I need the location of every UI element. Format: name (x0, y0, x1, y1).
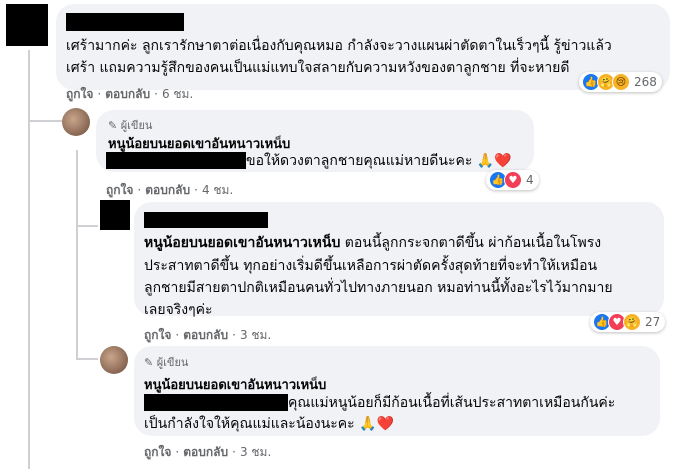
redacted-mention[interactable] (106, 152, 246, 169)
redacted-author-name[interactable] (144, 212, 268, 228)
reply-link[interactable]: ตอบกลับ (145, 183, 190, 197)
avatar[interactable] (62, 108, 90, 136)
reply-link[interactable]: ตอบกลับ (183, 445, 228, 459)
pencil-icon: ✎ (108, 119, 118, 132)
comment-text: เลยจริงๆค่ะ (144, 302, 213, 318)
comment-text: เป็นกำลังใจให้คุณแม่และน้องนะคะ 🙏❤️ (144, 416, 394, 432)
timestamp[interactable]: 3 ชม. (240, 328, 271, 342)
author-badge-label: ผู้เขียน (156, 356, 189, 369)
thread-branch-3 (76, 358, 98, 360)
comment-text-segment: ตอนนี้ลูกกระจกตาดีขึ้น ผ่าก้อนเนื้อในโพร… (340, 235, 602, 251)
thread-branch-2 (76, 225, 98, 227)
author-name[interactable]: หนูน้อยบนยอดเขาอันหนาวเหน็บ (144, 374, 326, 395)
comment-actions: ถูกใจ · ตอบกลับ · 3 ชม. (144, 445, 272, 459)
comment-text: เศร้ามากค่ะ ลูกเรารักษาตาต่อเนื่องกับคุณ… (66, 38, 612, 54)
comment-text: ขอให้ดวงตาลูกชายคุณแม่หายดีนะคะ 🙏❤️ (246, 153, 512, 169)
reaction-summary[interactable]: 👍 ♥ 4 (486, 170, 539, 190)
reaction-summary[interactable]: 👍 🤗 😢 268 (579, 72, 662, 92)
comment-actions: ถูกใจ · ตอบกลับ · 3 ชม. (144, 328, 272, 342)
like-link[interactable]: ถูกใจ (144, 328, 171, 342)
avatar[interactable] (100, 346, 128, 374)
reaction-count: 4 (526, 173, 534, 187)
reply-link[interactable]: ตอบกลับ (183, 328, 228, 342)
thread-line-sub (76, 150, 78, 360)
redacted-author-name[interactable] (66, 13, 184, 31)
author-badge: ✎ ผู้เขียน (144, 353, 188, 371)
comment-text: ประสาทตาดีขึ้น ทุกอย่างเริ่มดีขึ้นเหลือก… (144, 258, 598, 274)
love-reaction-icon: ♥ (504, 171, 522, 189)
comment-actions: ถูกใจ · ตอบกลับ · 4 ชม. (106, 183, 234, 197)
comment-text: ลูกชายมีสายตาปกติเหมือนคนทั่วไปทางภายนอก… (144, 280, 613, 296)
avatar[interactable] (100, 200, 130, 230)
reaction-count: 268 (634, 75, 657, 89)
avatar[interactable] (6, 4, 48, 46)
like-link[interactable]: ถูกใจ (144, 445, 171, 459)
like-link[interactable]: ถูกใจ (66, 87, 93, 101)
timestamp[interactable]: 6 ชม. (162, 87, 193, 101)
reply-link[interactable]: ตอบกลับ (105, 87, 150, 101)
author-badge: ✎ ผู้เขียน (108, 116, 152, 134)
like-link[interactable]: ถูกใจ (106, 183, 133, 197)
sad-reaction-icon: 😢 (612, 73, 630, 91)
comment-text: คุณแม่หนูน้อยก็มีก้อนเนื้อที่เส้นประสาทต… (288, 395, 616, 411)
comment-text: หนูน้อยบนยอดเขาอันหนาวเหน็บ ตอนนี้ลูกกระ… (144, 233, 601, 253)
reaction-summary[interactable]: 👍 ♥ 🤗 27 (590, 312, 666, 332)
comment-text: เศร้า แถมความรู้สึกของคนเป็นแม่แทบใจสลาย… (66, 60, 570, 76)
thread-line-main (28, 50, 30, 469)
timestamp[interactable]: 3 ชม. (240, 445, 271, 459)
care-reaction-icon: 🤗 (623, 313, 641, 331)
redacted-mention[interactable] (144, 394, 288, 411)
timestamp[interactable]: 4 ชม. (202, 183, 233, 197)
mention-link[interactable]: หนูน้อยบนยอดเขาอันหนาวเหน็บ (144, 235, 340, 251)
author-badge-label: ผู้เขียน (120, 119, 153, 132)
comment-actions: ถูกใจ · ตอบกลับ · 6 ชม. (66, 87, 194, 101)
thread-branch-1 (28, 120, 62, 122)
pencil-icon: ✎ (144, 356, 154, 369)
reaction-count: 27 (645, 315, 661, 329)
